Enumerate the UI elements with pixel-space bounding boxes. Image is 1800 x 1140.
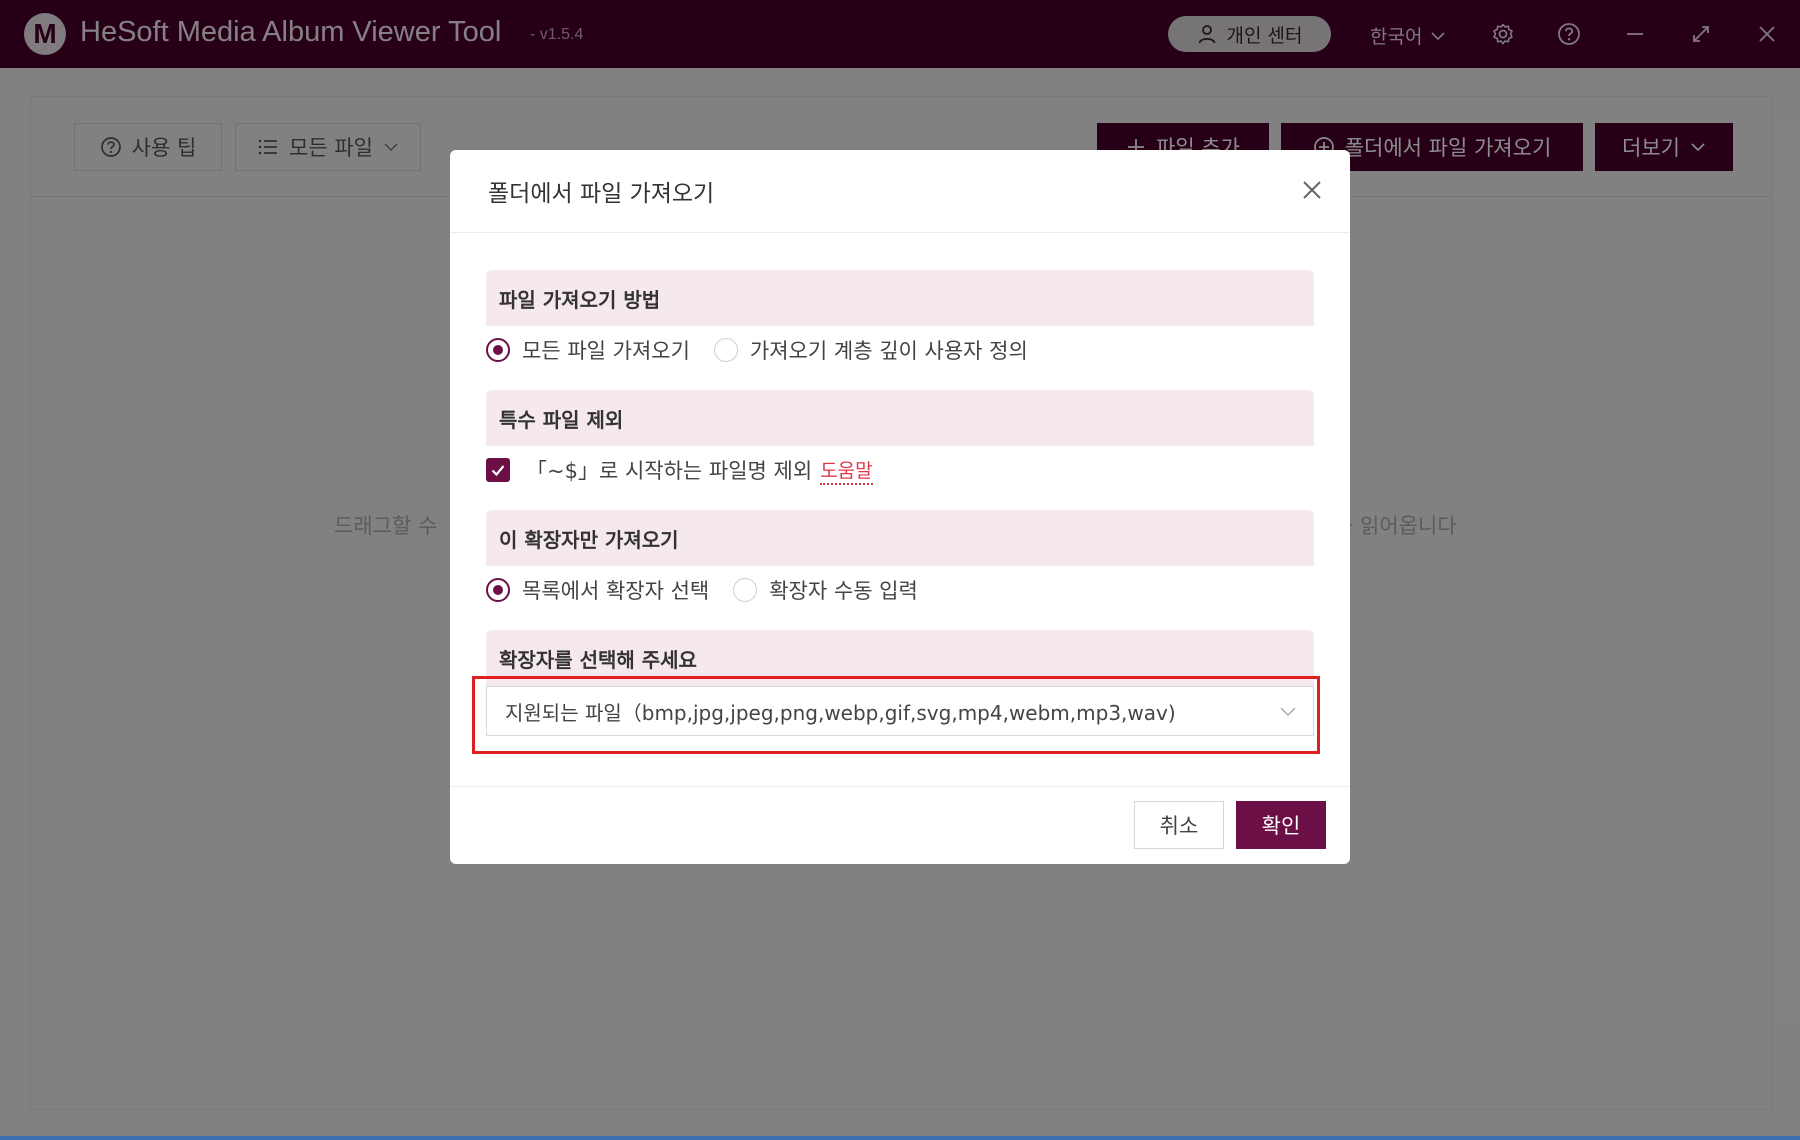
help-link[interactable]: 도움말 [820,456,873,485]
section-extensions: 이 확장자만 가져오기 [486,510,1314,566]
check-icon [491,465,505,477]
extension-select[interactable]: 지원되는 파일（bmp,jpg,jpeg,png,webp,gif,svg,mp… [486,686,1314,736]
section-exclude-special-title: 특수 파일 제외 [499,407,624,432]
section-import-method-title: 파일 가져오기 방법 [499,287,661,312]
radio-custom-depth[interactable] [713,338,738,362]
radio-custom-depth-label[interactable]: 가져오기 계층 깊이 사용자 정의 [750,335,1028,365]
exclude-tilde-checkbox[interactable] [486,458,510,482]
import-method-options: 모든 파일 가져오기 가져오기 계층 깊이 사용자 정의 [486,334,1028,366]
radio-ext-manual[interactable] [733,578,758,602]
radio-ext-from-list-label[interactable]: 목록에서 확장자 선택 [522,575,709,605]
radio-ext-from-list[interactable] [486,578,510,602]
confirm-button[interactable]: 확인 [1236,801,1326,849]
extension-mode-options: 목록에서 확장자 선택 확장자 수동 입력 [486,574,918,606]
cancel-button[interactable]: 취소 [1134,801,1224,849]
section-select-extensions: 확장자를 선택해 주세요 [486,630,1314,686]
dialog-footer-divider [450,786,1350,787]
radio-import-all[interactable] [486,338,510,362]
extension-select-value: 지원되는 파일（bmp,jpg,jpeg,png,webp,gif,svg,mp… [505,700,1176,725]
import-folder-dialog: 폴더에서 파일 가져오기 파일 가져오기 방법 모든 파일 가져오기 가져오기 … [450,150,1350,864]
exclude-tilde-label[interactable]: 「~$」로 시작하는 파일명 제외 [526,455,812,485]
dialog-close-button[interactable] [1298,176,1326,204]
radio-import-all-label[interactable]: 모든 파일 가져오기 [522,335,690,365]
confirm-label: 확인 [1261,814,1301,838]
radio-ext-manual-label[interactable]: 확장자 수동 입력 [769,575,918,605]
section-extensions-title: 이 확장자만 가져오기 [499,527,679,552]
close-icon [1303,181,1321,199]
dialog-header-divider [450,232,1350,233]
section-import-method: 파일 가져오기 방법 [486,270,1314,326]
section-select-extensions-title: 확장자를 선택해 주세요 [499,647,697,672]
dialog-title: 폴더에서 파일 가져오기 [488,181,715,207]
chevron-down-icon [1280,707,1296,717]
cancel-label: 취소 [1159,814,1199,838]
section-exclude-special: 특수 파일 제외 [486,390,1314,446]
exclude-options: 「~$」로 시작하는 파일명 제외 도움말 [486,454,873,486]
app-window: M HeSoft Media Album Viewer Tool - v1.5.… [0,0,1800,1136]
